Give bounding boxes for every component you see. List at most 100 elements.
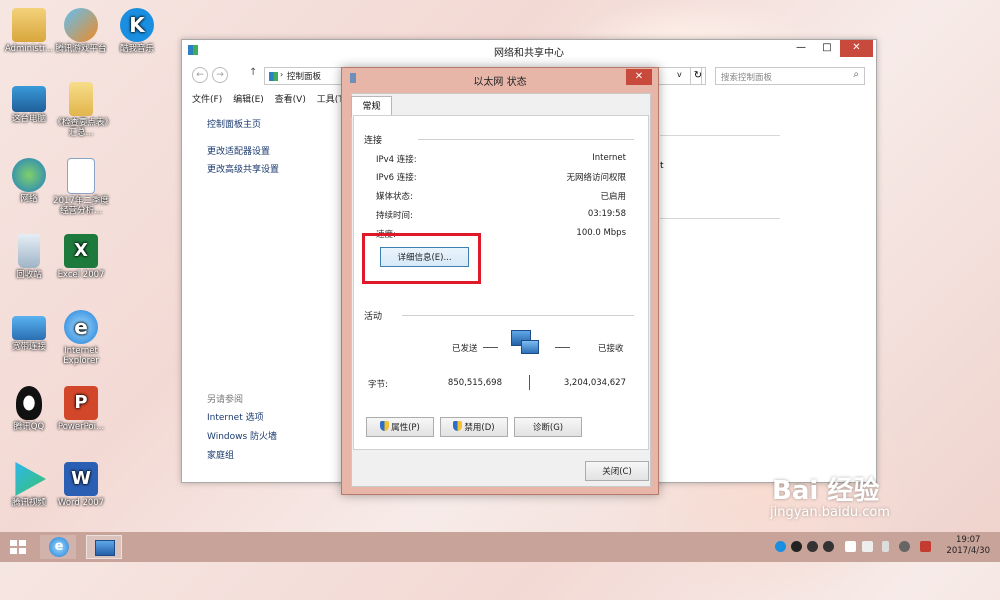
side-link-adapter-settings[interactable]: 更改适配器设置 [207, 144, 270, 157]
desktop-icon-ppt[interactable]: P PowerPoi... [52, 386, 110, 432]
desktop-icon-kuwo[interactable]: K 酷我音乐 [108, 8, 166, 54]
tencent-game-icon [64, 8, 98, 42]
media-state-label: 媒体状态: [376, 192, 413, 202]
qq-tray-icon[interactable] [807, 541, 818, 552]
internet-explorer-icon: e [64, 310, 98, 344]
content-text-fragment: t [660, 161, 664, 171]
side-link-control-panel-home[interactable]: 控制面板主页 [207, 117, 261, 130]
taskbar-control-panel[interactable] [86, 535, 122, 559]
kuwo-tray-icon[interactable] [775, 541, 786, 552]
uac-shield-icon [453, 421, 463, 431]
breadcrumb-chevron-icon: › [280, 70, 284, 79]
ipv4-label: IPv4 连接: [376, 155, 417, 165]
search-icon: ⌕ [853, 69, 859, 80]
volume-icon[interactable] [882, 541, 889, 552]
content-divider [660, 135, 780, 136]
desktop-icon-label: 《检查要点表》汇总... [53, 118, 109, 138]
desktop-icon-admin[interactable]: Administr... [0, 8, 58, 54]
desktop-icon-doc2017[interactable]: 2017年二季度经营分析... [52, 158, 110, 216]
properties-button[interactable]: 属性(P) [366, 417, 434, 437]
desktop-icon-excel[interactable]: X Excel 2007 [52, 234, 110, 280]
input-method-icon[interactable] [899, 541, 910, 552]
ipv6-value: 无网络访问权限 [566, 173, 626, 183]
tab-general[interactable]: 常规 [351, 96, 392, 117]
clock-time: 19:07 [955, 535, 981, 545]
speed-value: 100.0 Mbps [576, 228, 626, 238]
duration-value: 03:19:58 [587, 209, 626, 219]
taskbar: e 19:07 2017/4/30 [0, 532, 1000, 562]
desktop-icon-label: Excel 2007 [57, 270, 105, 280]
windows-logo-icon [10, 540, 26, 554]
desktop-icon-label: Internet Explorer [63, 346, 99, 366]
dialog-close-button[interactable]: ✕ [626, 69, 652, 85]
forward-button[interactable]: → [212, 67, 228, 83]
desktop-icon-tencent-video[interactable]: 腾讯视频 [0, 462, 58, 508]
close-dialog-button[interactable]: 关闭(C) [585, 461, 649, 481]
control-panel-icon [269, 72, 278, 81]
see-also-windows-firewall[interactable]: Windows 防火墙 [207, 429, 277, 442]
desktop-icon-ie[interactable]: e Internet Explorer [52, 310, 110, 366]
internet-explorer-icon: e [49, 537, 69, 557]
desktop-icon-label: 腾讯QQ [13, 422, 45, 432]
notification-icon[interactable] [920, 541, 931, 552]
flag-icon[interactable] [845, 541, 856, 552]
side-link-advanced-sharing[interactable]: 更改高级共享设置 [207, 162, 279, 175]
clock-date: 2017/4/30 [946, 546, 990, 556]
network-globe-icon [12, 158, 46, 192]
close-button[interactable]: ✕ [840, 40, 873, 57]
menu-file[interactable]: 文件(F) [192, 95, 222, 105]
highlight-box [362, 233, 481, 284]
menu-edit[interactable]: 编辑(E) [233, 95, 264, 105]
desktop-icon-label: 宽带连接 [11, 342, 46, 352]
taskbar-ie[interactable]: e [40, 535, 76, 559]
desktop-icon-label: 回收站 [16, 270, 42, 280]
desktop-icon-folder[interactable]: 《检查要点表》汇总... [52, 82, 110, 138]
ipv6-label: IPv6 连接: [376, 173, 417, 183]
document-icon [67, 158, 95, 194]
qq-tray-icon[interactable] [791, 541, 802, 552]
desktop-icon-label: Word 2007 [57, 498, 105, 508]
tencent-video-icon [15, 462, 46, 496]
window-titlebar[interactable]: 网络和共享中心 — □ ✕ [182, 40, 876, 62]
connection-header: 连接 [364, 136, 383, 146]
excel-icon: X [64, 234, 98, 268]
desktop-icon-network[interactable]: 网络 [0, 158, 58, 204]
disable-button[interactable]: 禁用(D) [440, 417, 508, 437]
start-button[interactable] [6, 535, 30, 559]
back-button[interactable]: ← [192, 67, 208, 83]
desktop-icon-recycle[interactable]: 回收站 [0, 234, 58, 280]
recycle-bin-icon [18, 234, 40, 268]
qq-tray-icon[interactable] [823, 541, 834, 552]
desktop-icon-tencent-game[interactable]: 腾讯游戏平台 [52, 8, 110, 54]
dialog-title: 以太网 状态 [473, 77, 527, 88]
refresh-button[interactable]: ↻ [690, 67, 706, 85]
dropdown-chevron-icon[interactable]: v [677, 70, 682, 79]
ipv4-value: Internet [592, 153, 626, 163]
diagnose-button[interactable]: 诊断(G) [514, 417, 582, 437]
search-placeholder: 搜索控制面板 [721, 73, 773, 83]
network-tray-icon[interactable] [862, 541, 873, 552]
desktop-icon-qq[interactable]: 腾讯QQ [0, 386, 58, 432]
disable-button-label: 禁用(D) [464, 423, 495, 433]
desktop-icon-word[interactable]: W Word 2007 [52, 462, 110, 508]
activity-header: 活动 [364, 312, 383, 322]
up-button[interactable]: ↑ [249, 67, 259, 85]
desktop-icon-label: 2017年二季度经营分析... [53, 196, 109, 216]
desktop-icon-broadband[interactable]: 宽带连接 [0, 310, 58, 352]
menu-view[interactable]: 查看(V) [275, 95, 306, 105]
taskbar-clock[interactable]: 19:07 2017/4/30 [946, 535, 990, 557]
maximize-button[interactable]: □ [814, 40, 840, 57]
breadcrumb[interactable]: 控制面板 [287, 72, 321, 82]
see-also-internet-options[interactable]: Internet 选项 [207, 410, 264, 423]
see-also-homegroup[interactable]: 家庭组 [207, 448, 234, 461]
minimize-button[interactable]: — [788, 40, 814, 57]
see-also-header: 另请参阅 [207, 395, 244, 405]
divider [418, 139, 634, 140]
received-label: 已接收 [598, 344, 624, 354]
desktop-icon-this-pc[interactable]: 这台电脑 [0, 82, 58, 124]
search-input[interactable]: 搜索控制面板 ⌕ [715, 67, 865, 85]
network-window-icon [95, 540, 115, 556]
window-title: 网络和共享中心 [494, 48, 564, 59]
desktop-icon-label: 腾讯游戏平台 [55, 44, 107, 54]
computer-icon [12, 86, 46, 112]
